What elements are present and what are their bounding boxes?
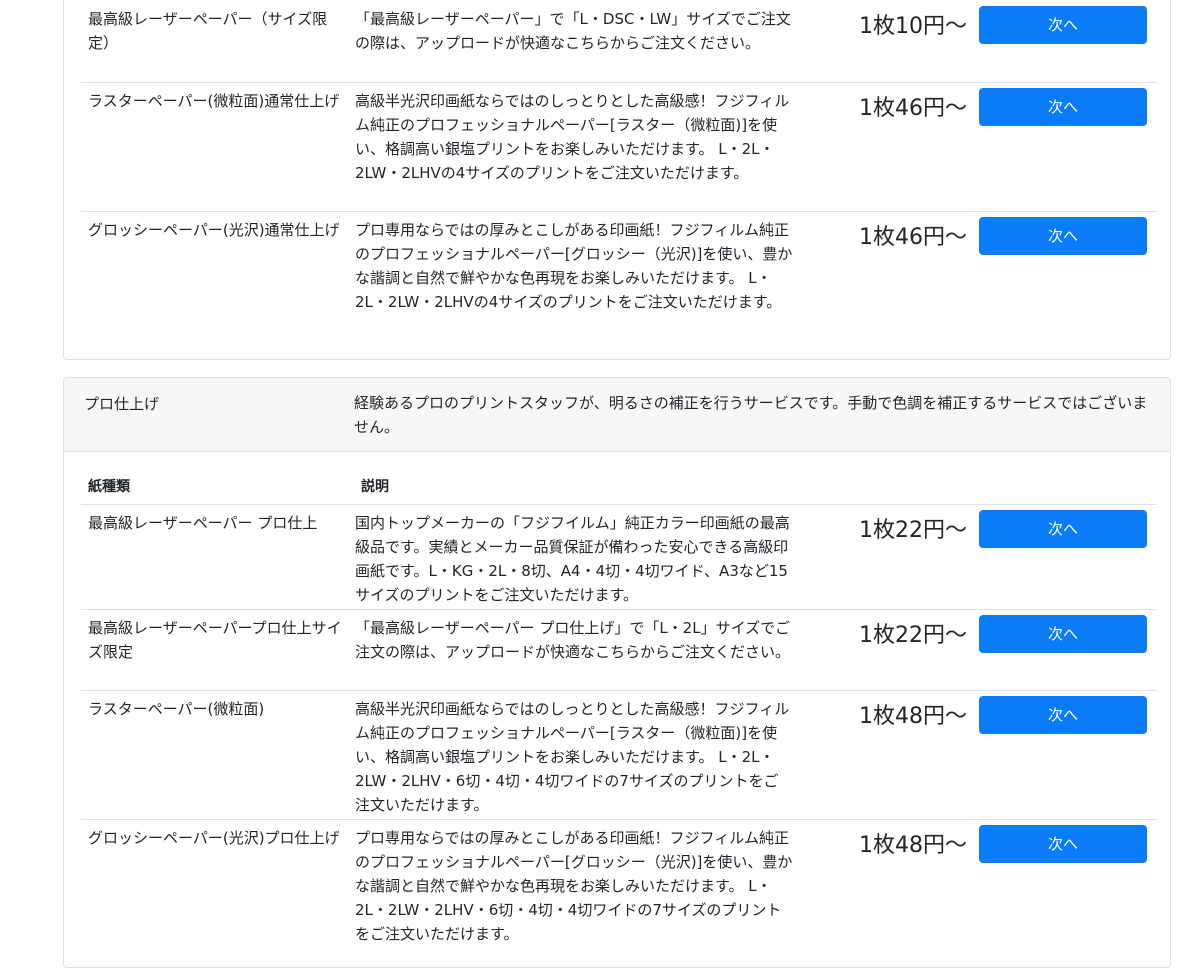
table-row: 最高級レーザーペーパー（サイズ限定） 「最高級レーザーペーパー」で「L・DSC・… [81,1,1157,78]
paper-description: 「最高級レーザーペーパー プロ仕上げ」で「L・2L」サイズでご注文の際は、アップ… [355,619,791,661]
next-button[interactable]: 次へ [979,217,1147,255]
paper-price: 1枚10円〜 [859,14,967,39]
column-header-description: 説明 [361,479,389,495]
paper-list-card-normal: 最高級レーザーペーパー（サイズ限定） 「最高級レーザーペーパー」で「L・DSC・… [63,0,1171,360]
next-button[interactable]: 次へ [979,6,1147,44]
paper-description: プロ専用ならではの厚みとこしがある印画紙！フジフィルム純正のプロフェッショナルペ… [355,221,793,311]
next-button[interactable]: 次へ [979,615,1147,653]
pro-finish-card: プロ仕上げ 経験あるプロのプリントスタッフが、明るさの補正を行うサービスです。手… [63,377,1171,968]
section-title: プロ仕上げ [84,395,160,413]
table-row: 最高級レーザーペーパープロ仕上サイズ限定 「最高級レーザーペーパー プロ仕上げ」… [81,609,1157,690]
table-row: グロッシーペーパー(光沢)通常仕上げ プロ専用ならではの厚みとこしがある印画紙！… [81,211,1157,351]
column-header-paper: 紙種類 [88,479,130,495]
paper-description: プロ専用ならではの厚みとこしがある印画紙！フジフィルム純正のプロフェッショナルペ… [355,829,793,943]
paper-name: 最高級レーザーペーパー（サイズ限定） [88,10,328,52]
table-row: ラスターペーパー(微粒面)通常仕上げ 高級半光沢印画紙ならではのしっとりとした高… [81,82,1157,211]
paper-name: ラスターペーパー(微粒面)通常仕上げ [88,92,340,110]
table-header: 紙種類 説明 [81,452,1157,505]
paper-name: 最高級レーザーペーパープロ仕上サイズ限定 [88,619,342,661]
next-button[interactable]: 次へ [979,696,1147,734]
paper-description: 高級半光沢印画紙ならではのしっとりとした高級感！フジフィルム純正のプロフェッショ… [355,700,790,814]
paper-price: 1枚46円〜 [859,96,967,121]
paper-name: グロッシーペーパー(光沢)プロ仕上げ [88,829,340,847]
paper-description: 国内トップメーカーの「フジフイルム」純正カラー印画紙の最高級品です。実績とメーカ… [355,514,790,604]
next-button[interactable]: 次へ [979,88,1147,126]
paper-name: ラスターペーパー(微粒面) [88,700,265,718]
section-description: 経験あるプロのプリントスタッフが、明るさの補正を行うサービスです。手動で色調を補… [354,394,1148,436]
next-button[interactable]: 次へ [979,825,1147,863]
paper-name: 最高級レーザーペーパー プロ仕上 [88,514,318,532]
paper-description: 高級半光沢印画紙ならではのしっとりとした高級感！フジフィルム純正のプロフェッショ… [355,92,790,182]
paper-price: 1枚48円〜 [859,833,967,858]
pro-finish-header: プロ仕上げ 経験あるプロのプリントスタッフが、明るさの補正を行うサービスです。手… [64,378,1170,452]
table-row: 最高級レーザーペーパー プロ仕上 国内トップメーカーの「フジフイルム」純正カラー… [81,504,1157,609]
paper-price: 1枚48円〜 [859,704,967,729]
paper-description: 「最高級レーザーペーパー」で「L・DSC・LW」サイズでご注文の際は、アップロー… [355,10,791,52]
table-row: ラスターペーパー(微粒面) 高級半光沢印画紙ならではのしっとりとした高級感！フジ… [81,690,1157,819]
paper-name: グロッシーペーパー(光沢)通常仕上げ [88,221,340,239]
paper-price: 1枚46円〜 [859,225,967,250]
paper-price: 1枚22円〜 [859,518,967,543]
paper-price: 1枚22円〜 [859,623,967,648]
table-row: グロッシーペーパー(光沢)プロ仕上げ プロ専用ならではの厚みとこしがある印画紙！… [81,819,1157,959]
next-button[interactable]: 次へ [979,510,1147,548]
